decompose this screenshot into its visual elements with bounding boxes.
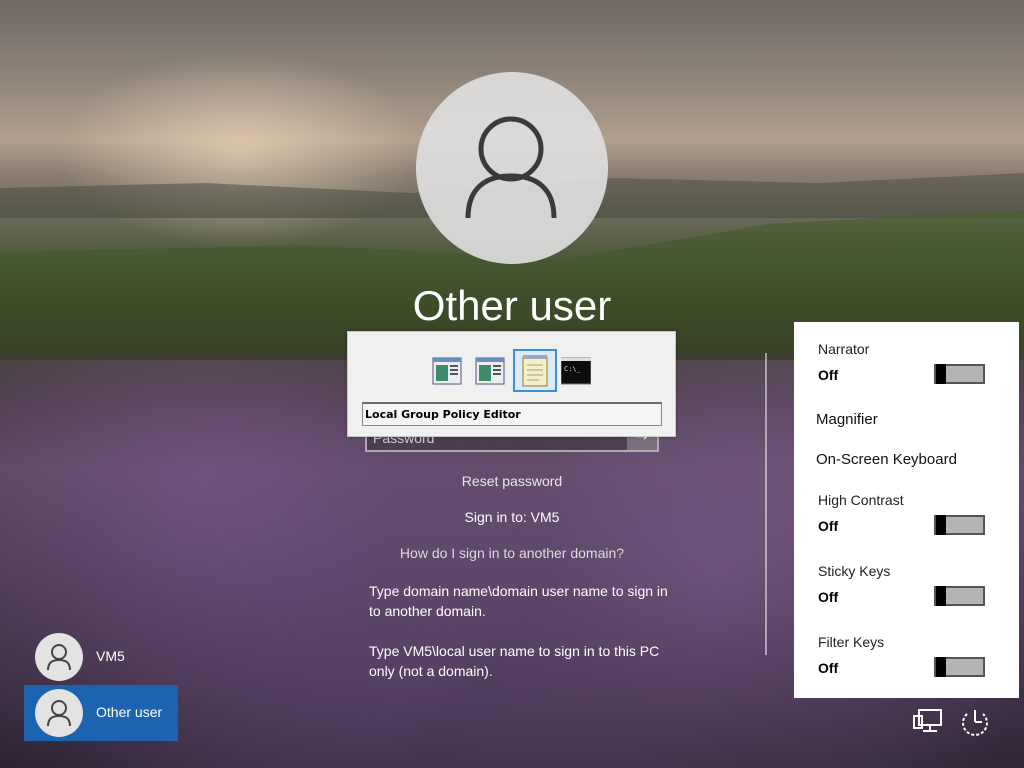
reset-password-link[interactable]: Reset password <box>362 473 662 489</box>
toggle-knob <box>936 657 946 677</box>
toggle-knob <box>936 586 946 606</box>
on-screen-keyboard-option[interactable]: On-Screen Keyboard <box>816 451 957 468</box>
user-avatar-large <box>416 72 608 264</box>
narrator-toggle[interactable] <box>934 364 985 384</box>
username-title: Other user <box>412 282 612 329</box>
switcher-selected-label: Local Group Policy Editor <box>362 402 662 426</box>
window-app-icon[interactable] <box>432 356 462 386</box>
task-switcher: C:\_ Local Group Policy Editor <box>347 331 676 437</box>
filter-keys-toggle[interactable] <box>934 657 985 677</box>
accessibility-panel: Narrator Off Magnifier On-Screen Keyboar… <box>794 322 1019 698</box>
other-domain-link[interactable]: How do I sign in to another domain? <box>362 545 662 561</box>
sticky-keys-state: Off <box>818 589 839 605</box>
command-prompt-icon[interactable]: C:\_ <box>561 356 591 386</box>
toggle-knob <box>936 364 946 384</box>
window-app-icon[interactable] <box>475 356 505 386</box>
high-contrast-label: High Contrast <box>818 492 904 508</box>
narrator-label: Narrator <box>818 341 870 357</box>
user-list-item-other-user[interactable]: Other user <box>24 685 178 741</box>
toggle-knob <box>936 515 946 535</box>
magnifier-option[interactable]: Magnifier <box>816 411 878 428</box>
user-name: Other user <box>96 704 163 720</box>
sign-in-to-text: Sign in to: VM5 <box>464 509 560 525</box>
user-silhouette-icon <box>47 644 71 671</box>
filter-keys-state: Off <box>818 660 839 676</box>
sticky-keys-toggle[interactable] <box>934 586 985 606</box>
avatar <box>35 689 83 737</box>
sticky-keys-label: Sticky Keys <box>818 563 891 579</box>
user-silhouette-icon <box>47 700 71 727</box>
panel-divider <box>765 353 767 655</box>
help-local-text: Type VM5\local user name to sign in to t… <box>369 643 660 679</box>
user-list-item-vm5[interactable]: VM5 <box>24 629 178 685</box>
user-name: VM5 <box>96 648 125 664</box>
help-domain-text: Type domain name\domain user name to sig… <box>369 583 668 619</box>
high-contrast-state: Off <box>818 518 839 534</box>
narrator-state: Off <box>818 367 839 383</box>
notepad-icon[interactable] <box>520 354 550 388</box>
svg-text:C:\_: C:\_ <box>564 365 582 373</box>
network-icon[interactable] <box>911 706 945 738</box>
filter-keys-label: Filter Keys <box>818 634 885 650</box>
ease-of-access-icon[interactable] <box>958 706 992 738</box>
high-contrast-toggle[interactable] <box>934 515 985 535</box>
user-silhouette-icon <box>465 116 557 219</box>
avatar <box>35 633 83 681</box>
